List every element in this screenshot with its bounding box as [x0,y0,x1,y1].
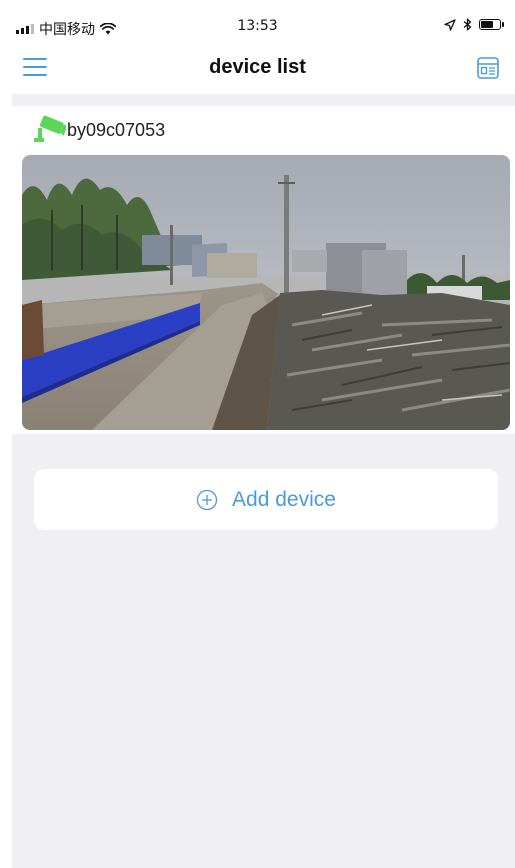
camera-snapshot[interactable] [22,155,510,430]
device-card[interactable]: by09c07053 [12,106,515,434]
battery-icon [479,19,504,30]
battery-level [481,21,494,28]
navigation-bar: device list [0,40,515,94]
device-list-content: by09c07053 Add device [12,94,515,868]
bluetooth-icon [463,18,472,31]
add-device-label: Add device [232,487,336,511]
status-time: 13:53 [237,18,278,34]
grid-layout-icon[interactable] [477,57,499,79]
status-bar: 中国移动 13:53 [0,0,515,40]
device-header: by09c07053 [12,106,515,154]
location-arrow-icon [444,18,456,31]
add-device-button[interactable]: Add device [34,469,498,530]
device-name: by09c07053 [67,120,166,140]
security-camera-icon [34,115,66,142]
status-right [444,18,504,31]
page-title: device list [209,56,306,78]
circle-plus-icon [196,489,218,510]
